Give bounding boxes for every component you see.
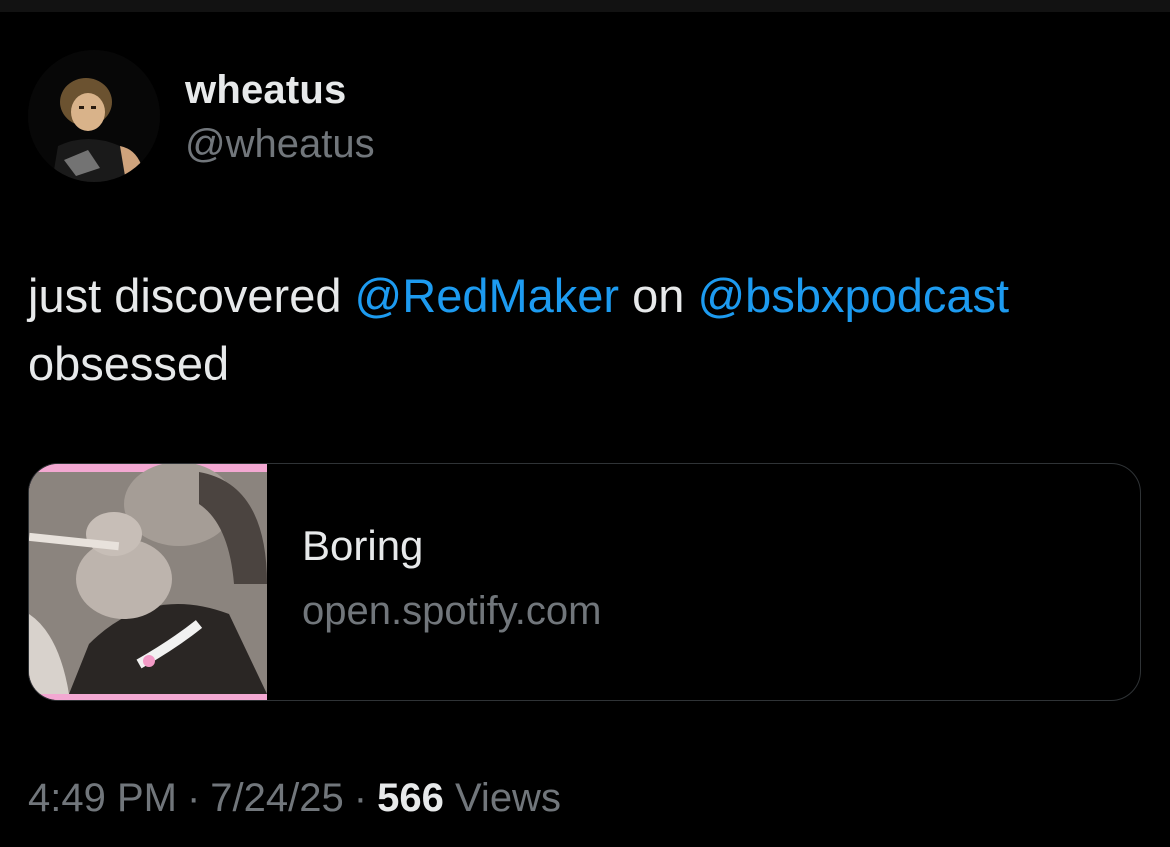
link-card-title: Boring [302, 522, 424, 569]
user-handle[interactable]: @wheatus [185, 122, 375, 167]
avatar[interactable] [28, 50, 160, 182]
top-bar [0, 0, 1170, 12]
separator-dot: · [353, 776, 368, 820]
views-count: 566 [377, 776, 444, 820]
mention-redmaker-link[interactable]: @RedMaker [355, 269, 620, 322]
link-card[interactable]: Boring open.spotify.com [28, 463, 1141, 701]
tweet-text-part: on [619, 269, 698, 322]
tweet-meta: 4:49 PM · 7/24/25 · 566 Views [28, 776, 561, 821]
tweet-time[interactable]: 4:49 PM [28, 776, 177, 820]
tweet-date[interactable]: 7/24/25 [210, 776, 343, 820]
tweet-text-part: obsessed [28, 337, 230, 390]
views-label: Views [454, 776, 561, 820]
link-card-domain: open.spotify.com [302, 589, 602, 633]
tweet-text-part: just discovered [28, 269, 355, 322]
album-art-icon [29, 464, 267, 700]
tweet-text: just discovered @RedMaker on @bsbxpodcas… [28, 262, 1138, 398]
separator-dot: · [186, 776, 201, 820]
link-card-thumbnail [29, 464, 267, 700]
display-name[interactable]: wheatus [185, 68, 346, 113]
profile-photo-icon [28, 50, 160, 182]
mention-bsbxpodcast-link[interactable]: @bsbxpodcast [697, 269, 1009, 322]
